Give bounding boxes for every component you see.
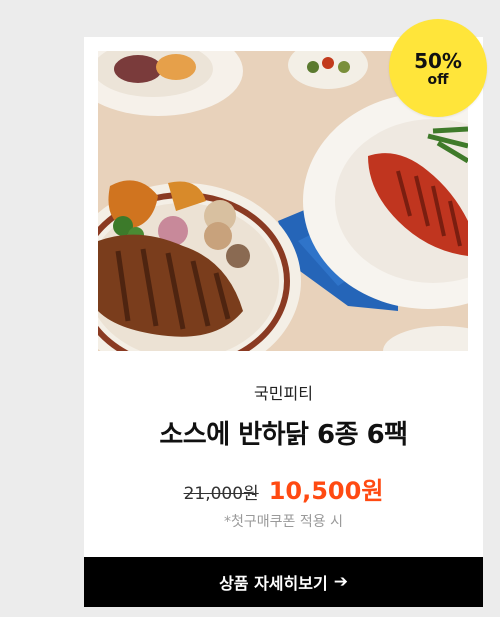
coupon-note: *첫구매쿠폰 적용 시 xyxy=(224,514,343,530)
price-row: 21,000원 10,500원 xyxy=(84,471,483,506)
discount-percent: 50% xyxy=(414,49,462,73)
sale-price: 10,500원 xyxy=(268,477,384,505)
product-title: 소스에 반하닭 6종 6팩 xyxy=(159,420,408,450)
original-price: 21,000원 xyxy=(183,484,259,504)
arrow-right-icon: ➔ xyxy=(333,571,348,592)
product-card: 50% off 국민피티 소스에 반하닭 6종 6팩 21,000원 10,50… xyxy=(84,19,487,607)
discount-badge: 50% off xyxy=(389,19,487,117)
product-brand: 국민피티 xyxy=(254,384,313,403)
discount-off-label: off xyxy=(427,72,449,88)
view-details-label: 상품 자세히보기 xyxy=(219,574,328,593)
view-details-button[interactable]: 상품 자세히보기 ➔ xyxy=(84,557,483,607)
